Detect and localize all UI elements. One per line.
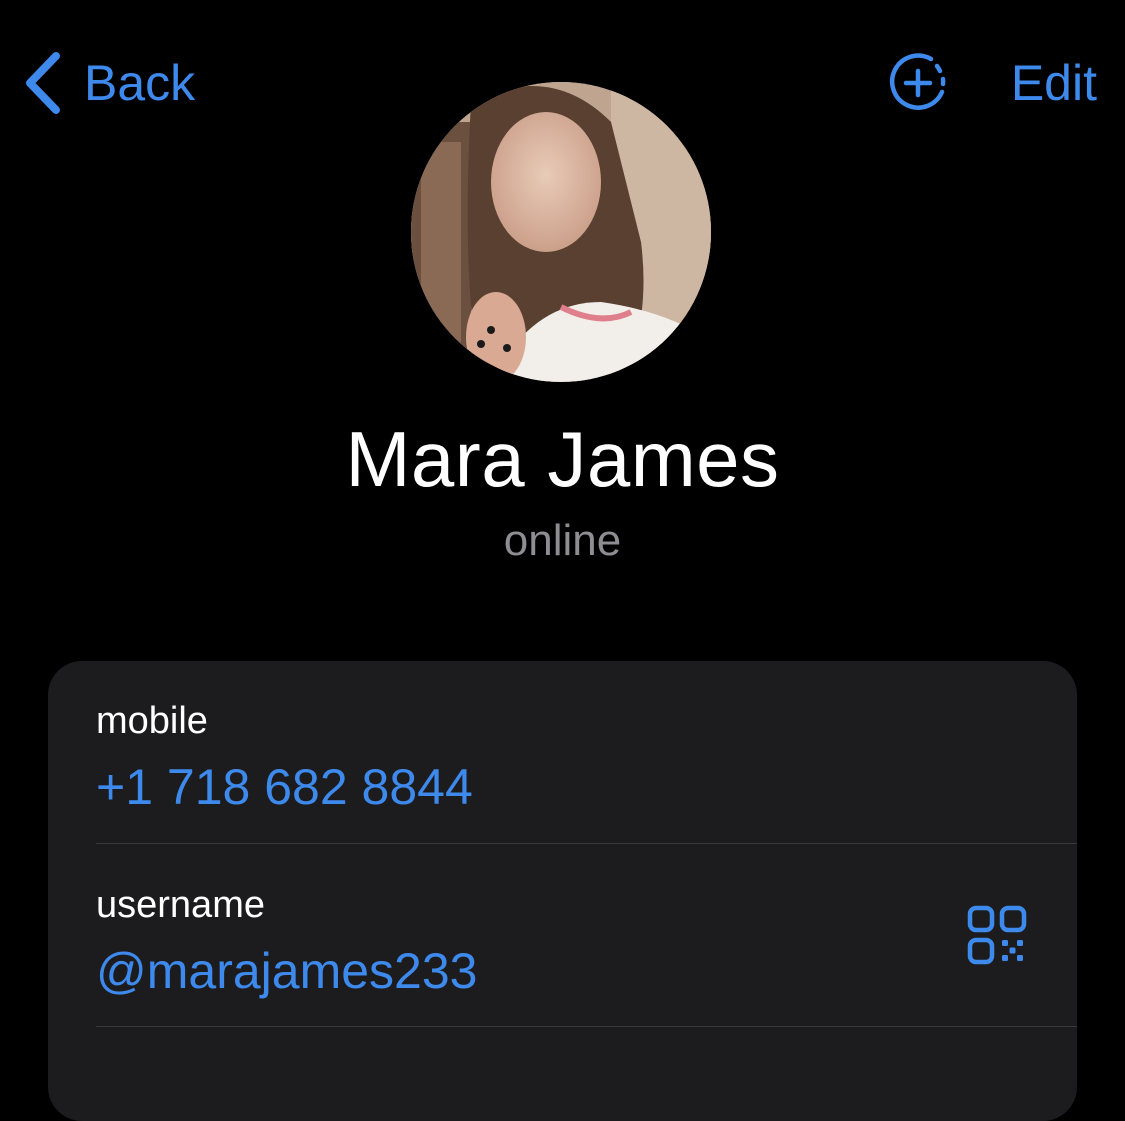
add-story-circle-icon[interactable] (887, 52, 949, 114)
back-button[interactable]: Back (22, 48, 195, 118)
back-label: Back (84, 55, 196, 111)
edit-button[interactable]: Edit (1011, 48, 1097, 118)
qr-code-icon[interactable] (967, 905, 1027, 965)
divider (96, 843, 1077, 844)
username-row[interactable]: username @marajames233 (96, 883, 1077, 1001)
profile-photo (411, 82, 711, 382)
divider (96, 1026, 1077, 1027)
mobile-number-link[interactable]: +1 718 682 8844 (96, 757, 1077, 817)
contact-name: Mara James (345, 415, 780, 503)
avatar[interactable] (411, 82, 711, 382)
online-status: online (503, 516, 622, 565)
chevron-left-icon (26, 52, 60, 114)
mobile-row[interactable]: mobile +1 718 682 8844 (96, 699, 1077, 817)
nav-actions: Edit (887, 48, 1097, 118)
username-link[interactable]: @marajames233 (96, 941, 1077, 1001)
contact-info-card: mobile +1 718 682 8844 username @marajam… (48, 661, 1077, 1121)
username-label: username (96, 884, 265, 926)
mobile-label: mobile (96, 700, 208, 742)
